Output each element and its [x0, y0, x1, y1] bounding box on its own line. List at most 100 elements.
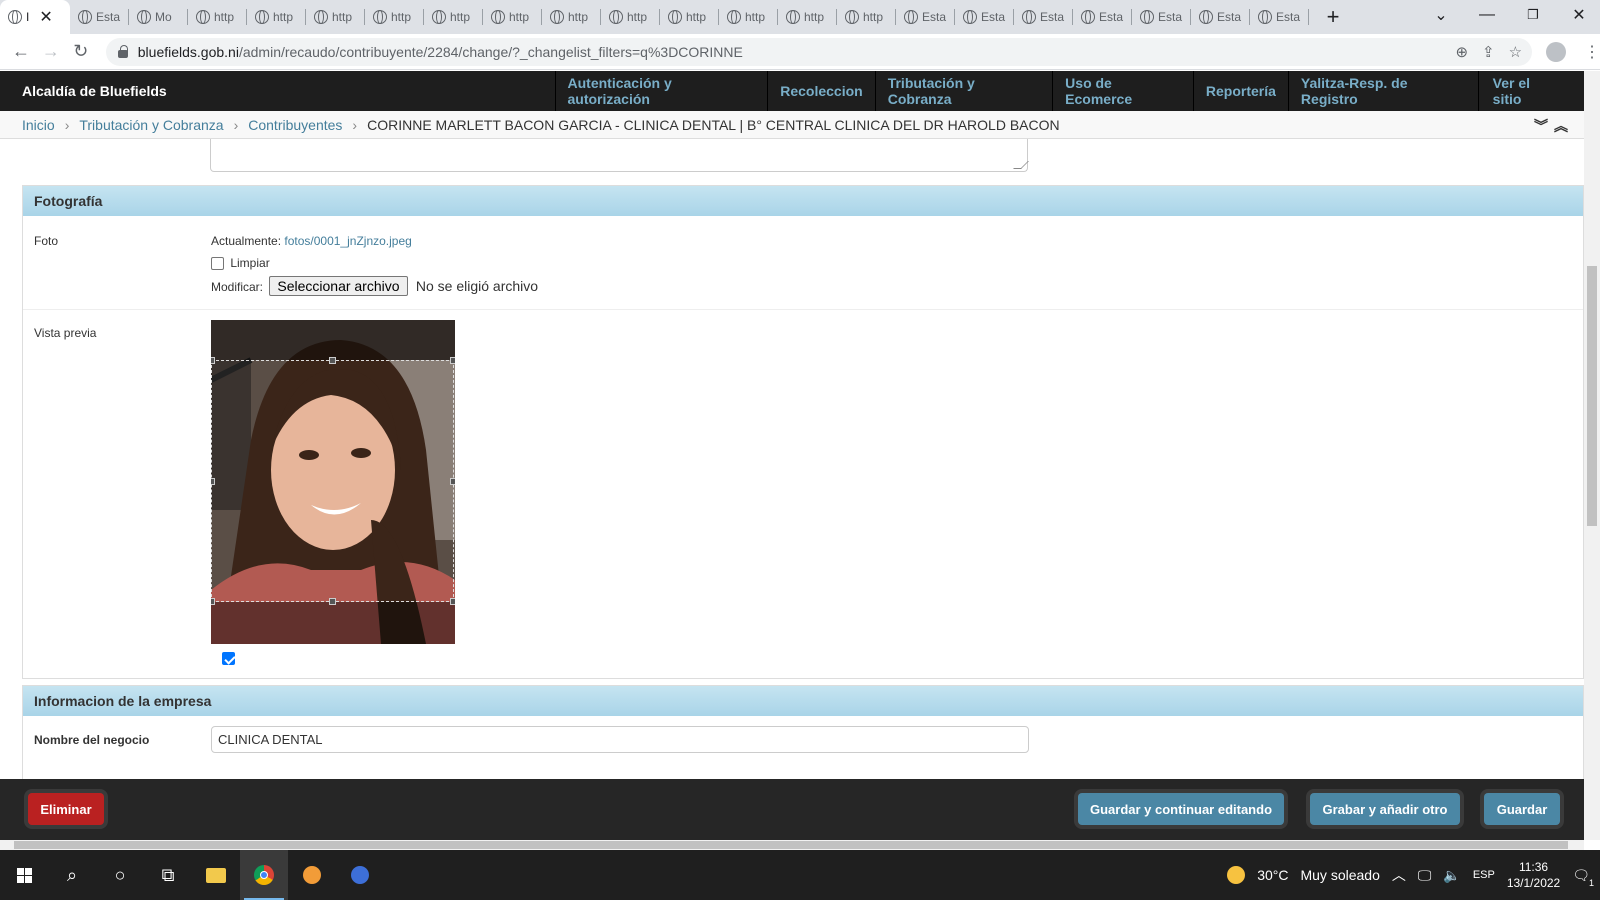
browser-tab[interactable]: Mo — [129, 0, 188, 34]
browser-tab[interactable]: http — [719, 0, 778, 34]
browser-tab[interactable]: http — [837, 0, 896, 34]
reload-icon[interactable]: ↻ — [66, 41, 96, 62]
browser-menu-icon[interactable]: ⋮ — [1584, 42, 1600, 62]
vertical-scrollbar[interactable] — [1584, 71, 1600, 840]
new-tab-button[interactable]: + — [1319, 4, 1347, 30]
browser-tab[interactable]: http — [247, 0, 306, 34]
task-view-icon[interactable]: ⧉ — [144, 850, 192, 900]
admin-menu-item[interactable]: Reportería — [1192, 71, 1288, 111]
browser-tab[interactable]: http — [365, 0, 424, 34]
tab-search-icon[interactable]: ⌄ — [1418, 0, 1464, 30]
expand-all-icon[interactable]: ︽ — [1554, 116, 1568, 136]
volume-icon[interactable]: 🔈 — [1443, 867, 1460, 884]
scroll-thumb[interactable] — [14, 841, 1568, 849]
breadcrumb-app[interactable]: Tributación y Cobranza — [79, 117, 223, 133]
lock-icon[interactable] — [117, 44, 128, 58]
clear-label[interactable]: Limpiar — [230, 256, 269, 270]
browser-tab[interactable]: Esta — [955, 0, 1014, 34]
address-bar[interactable]: bluefields.gob.ni/admin/recaudo/contribu… — [105, 37, 1533, 66]
browser-tab[interactable]: http — [424, 0, 483, 34]
current-file-link[interactable]: fotos/0001_jnZjnzo.jpeg — [284, 234, 411, 248]
app-icon[interactable] — [288, 850, 336, 900]
admin-menu-item[interactable]: Autenticación y autorización — [554, 71, 768, 111]
resize-handle-icon[interactable] — [1013, 161, 1029, 169]
tab-title: http — [391, 10, 412, 24]
browser-tab[interactable]: http — [483, 0, 542, 34]
notifications-icon[interactable]: 🗨 1 — [1572, 867, 1594, 888]
tab-title: http — [273, 10, 294, 24]
bookmark-star-icon[interactable]: ☆ — [1509, 43, 1522, 61]
fieldset-title[interactable]: Fotografía — [23, 186, 1583, 216]
breadcrumb-model[interactable]: Contribuyentes — [248, 117, 342, 133]
app-icon[interactable] — [336, 850, 384, 900]
clear-checkbox[interactable] — [211, 257, 224, 271]
crop-handle-icon[interactable] — [211, 598, 215, 605]
browser-tab[interactable]: Esta — [70, 0, 129, 34]
cortana-icon[interactable]: ○ — [96, 850, 144, 900]
back-icon[interactable]: ← — [6, 41, 36, 62]
scroll-thumb[interactable] — [1587, 266, 1597, 526]
browser-tab[interactable]: http — [778, 0, 837, 34]
network-icon[interactable]: 🖵 — [1418, 867, 1432, 884]
view-site-link[interactable]: Ver el sitio — [1477, 71, 1584, 111]
browser-tab[interactable]: http — [660, 0, 719, 34]
browser-tab[interactable]: Esta — [1132, 0, 1191, 34]
browser-tab[interactable]: http — [542, 0, 601, 34]
browser-tab[interactable]: Esta — [896, 0, 955, 34]
photo-preview[interactable] — [211, 320, 455, 644]
fieldset-title[interactable]: Informacion de la empresa — [23, 686, 1583, 716]
crop-handle-icon[interactable] — [211, 478, 215, 485]
foto-label: Foto — [34, 234, 59, 248]
forward-icon[interactable]: → — [36, 41, 66, 62]
close-window-icon[interactable]: ✕ — [1556, 0, 1600, 30]
browser-tab[interactable]: Esta — [1014, 0, 1073, 34]
textarea-field[interactable] — [210, 139, 1029, 172]
crop-enabled-checkbox[interactable] — [222, 652, 235, 665]
browser-tab[interactable]: http — [188, 0, 247, 34]
save-button[interactable]: Guardar — [1484, 793, 1560, 825]
crop-selection[interactable] — [211, 357, 455, 605]
file-explorer-icon[interactable] — [192, 850, 240, 900]
save-continue-button[interactable]: Guardar y continuar editando — [1078, 793, 1284, 825]
temperature[interactable]: 30°C — [1257, 867, 1288, 883]
crop-handle-icon[interactable] — [450, 598, 455, 605]
admin-menu-item[interactable]: Yalitza-Resp. de Registro — [1287, 71, 1478, 111]
chrome-icon[interactable] — [240, 850, 288, 900]
admin-header: Alcaldía de Bluefields Autenticación y a… — [0, 71, 1584, 111]
profile-avatar[interactable] — [1546, 41, 1566, 62]
share-icon[interactable]: ⇪ — [1482, 43, 1495, 61]
weather-text[interactable]: Muy soleado — [1300, 867, 1379, 883]
crop-handle-icon[interactable] — [450, 478, 455, 485]
crop-handle-icon[interactable] — [450, 357, 455, 364]
browser-tab[interactable]: Esta — [1250, 0, 1309, 34]
choose-file-button[interactable]: Seleccionar archivo — [269, 276, 408, 296]
collapse-all-icon[interactable]: ︾ — [1534, 116, 1548, 136]
breadcrumb-home[interactable]: Inicio — [22, 117, 55, 133]
language-indicator[interactable]: ESP — [1473, 869, 1495, 881]
horizontal-scrollbar[interactable] — [0, 840, 1584, 850]
weather-icon[interactable] — [1227, 866, 1246, 884]
browser-tab[interactable]: I ✕ — [0, 0, 70, 34]
chevron-up-icon[interactable]: ︿ — [1392, 865, 1406, 885]
admin-menu-item[interactable]: Tributación y Cobranza — [874, 71, 1052, 111]
browser-tab[interactable]: Esta — [1191, 0, 1250, 34]
clock[interactable]: 11:36 13/1/2022 — [1507, 859, 1560, 891]
admin-menu-item[interactable]: Recoleccion — [767, 71, 874, 111]
start-button[interactable] — [0, 850, 48, 900]
crop-handle-icon[interactable] — [329, 598, 336, 605]
zoom-icon[interactable]: ⊕ — [1455, 43, 1468, 61]
browser-tab[interactable]: Esta — [1073, 0, 1132, 34]
admin-menu-item[interactable]: Uso de Ecomerce — [1052, 71, 1193, 111]
browser-tab[interactable]: http — [601, 0, 660, 34]
crop-handle-icon[interactable] — [329, 357, 336, 364]
delete-button[interactable]: Eliminar — [28, 793, 104, 825]
search-icon[interactable]: ⌕ — [48, 850, 96, 900]
tab-close-icon[interactable]: ✕ — [39, 7, 52, 27]
business-name-input[interactable]: CLINICA DENTAL — [211, 726, 1029, 753]
save-add-another-button[interactable]: Grabar y añadir otro — [1310, 793, 1460, 825]
browser-tab[interactable]: http — [306, 0, 365, 34]
minimize-icon[interactable]: — — [1464, 0, 1510, 30]
crop-handle-icon[interactable] — [211, 357, 215, 364]
site-brand[interactable]: Alcaldía de Bluefields — [0, 83, 555, 99]
restore-icon[interactable]: ❐ — [1510, 0, 1556, 30]
